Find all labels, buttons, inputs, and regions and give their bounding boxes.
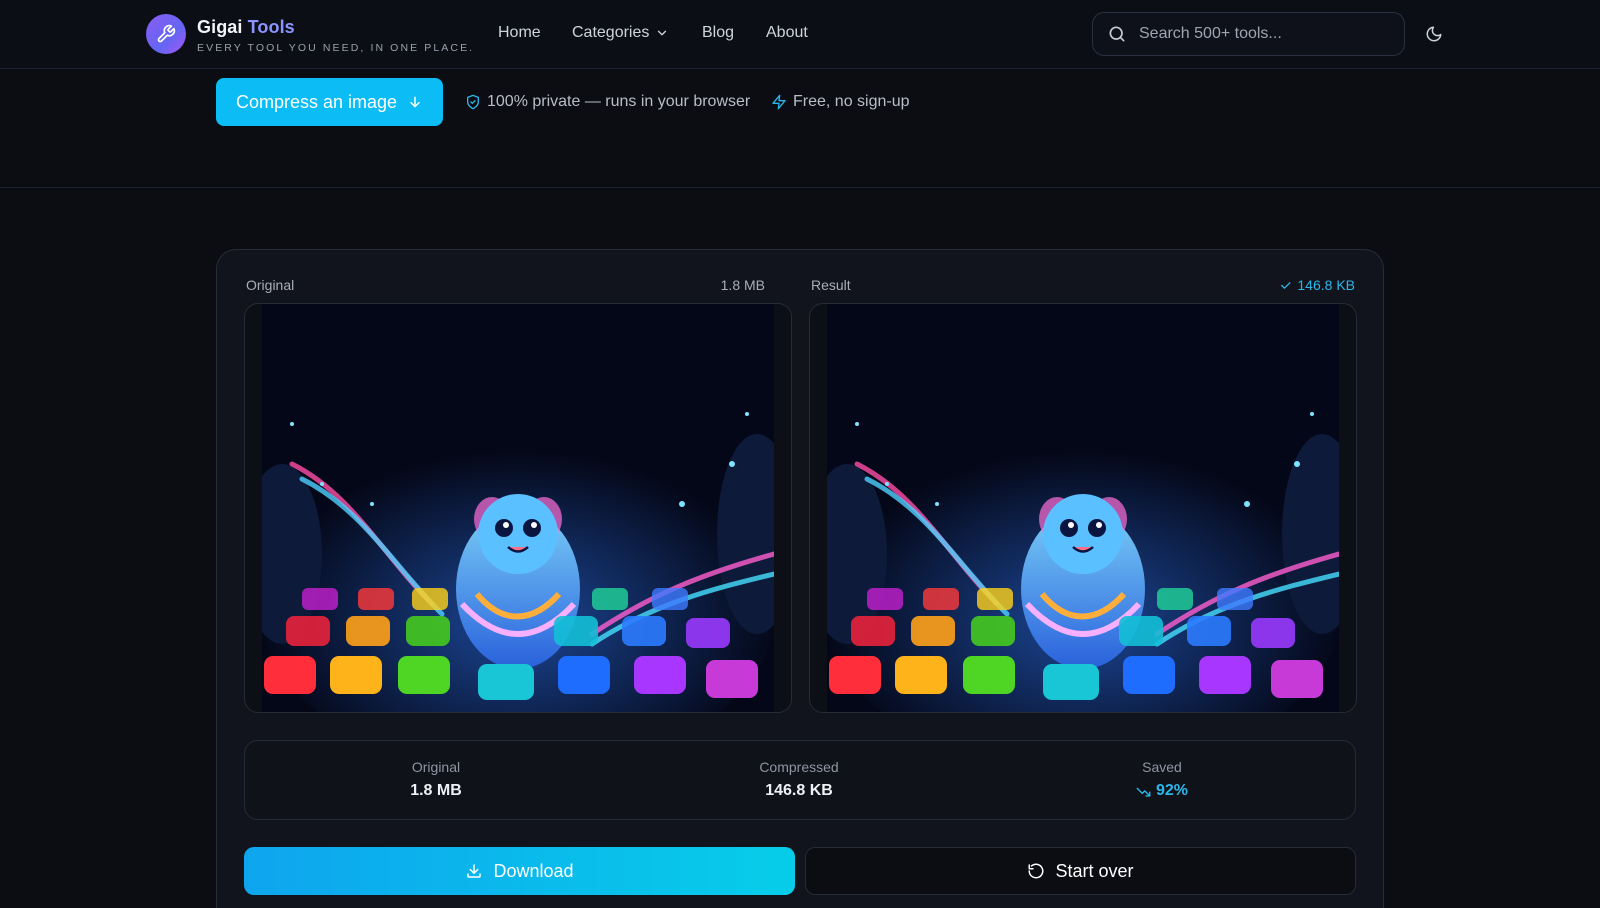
wrench-icon <box>157 24 176 43</box>
search-input[interactable] <box>1139 25 1389 43</box>
result-size-wrap: 146.8 KB <box>1279 277 1355 293</box>
check-icon <box>1281 281 1291 289</box>
compress-image-label: Compress an image <box>235 91 398 112</box>
download-icon <box>467 864 482 878</box>
download-label: Download <box>493 860 574 881</box>
original-preview <box>244 303 792 713</box>
arrow-down-icon <box>410 96 420 108</box>
search-icon <box>1109 26 1125 42</box>
compression-stats: Original 1.8 MB Compressed 146.8 KB Save… <box>244 740 1356 820</box>
nav-about-label: About <box>766 24 808 41</box>
brand-name[interactable]: Gigai Tools <box>197 17 295 38</box>
chevron-down-icon <box>658 30 667 36</box>
download-button[interactable]: Download <box>244 847 795 895</box>
nav-categories[interactable]: Categories <box>572 24 669 42</box>
result-image <box>827 304 1339 712</box>
stat-original-label: Original <box>411 759 461 775</box>
brand-second: Tools <box>247 17 295 37</box>
nav-categories-label: Categories <box>572 24 650 41</box>
nav-about[interactable]: About <box>766 24 808 42</box>
logo[interactable] <box>146 14 186 54</box>
stat-compressed-number: 146.8 KB <box>765 782 833 799</box>
feature-private-label: 100% private — runs in your browser <box>487 93 751 110</box>
tagline: EVERY TOOL YOU NEED, IN ONE PLACE. <box>197 42 475 54</box>
hero-strip: Compress an image 100% private — runs in… <box>0 69 1600 188</box>
nav-home-label: Home <box>498 24 541 41</box>
nav-blog[interactable]: Blog <box>702 24 734 42</box>
original-size: 1.8 MB <box>720 277 765 293</box>
lightning-icon <box>772 94 786 110</box>
original-image <box>262 304 774 712</box>
stat-compressed-value: 146.8 KB <box>699 782 899 800</box>
feature-free: Free, no sign-up <box>771 93 910 111</box>
search-box[interactable] <box>1092 12 1405 56</box>
start-over-label: Start over <box>1055 860 1134 881</box>
moon-icon <box>1426 26 1442 42</box>
stat-saved-label: Saved <box>1142 759 1182 775</box>
stat-compressed-label: Compressed <box>759 759 839 775</box>
theme-toggle[interactable] <box>1422 22 1446 46</box>
dragon-artwork-compressed <box>827 304 1339 712</box>
stat-saved-number: 92% <box>1155 782 1189 799</box>
feature-private: 100% private — runs in your browser <box>465 93 750 111</box>
refresh-icon <box>1028 863 1044 879</box>
stat-original-value: 1.8 MB <box>336 782 536 800</box>
trending-down-icon <box>1136 787 1151 797</box>
compress-result-card: Original 1.8 MB Result 146.8 KB Original… <box>216 249 1384 908</box>
dragon-artwork <box>262 304 774 712</box>
compress-image-button[interactable]: Compress an image <box>216 78 443 126</box>
site-header: Gigai Tools EVERY TOOL YOU NEED, IN ONE … <box>0 0 1600 69</box>
nav-blog-label: Blog <box>702 24 735 41</box>
feature-free-label: Free, no sign-up <box>793 93 910 110</box>
result-size: 146.8 KB <box>1297 277 1355 293</box>
result-label: Result <box>811 277 851 293</box>
result-preview <box>809 303 1357 713</box>
stat-original-number: 1.8 MB <box>410 782 462 799</box>
brand-first: Gigai <box>197 17 243 37</box>
original-label: Original <box>246 277 295 293</box>
start-over-button[interactable]: Start over <box>805 847 1356 895</box>
stat-saved-value: 92% <box>1062 782 1262 800</box>
nav-home[interactable]: Home <box>498 24 541 42</box>
shield-check-icon <box>467 94 479 110</box>
